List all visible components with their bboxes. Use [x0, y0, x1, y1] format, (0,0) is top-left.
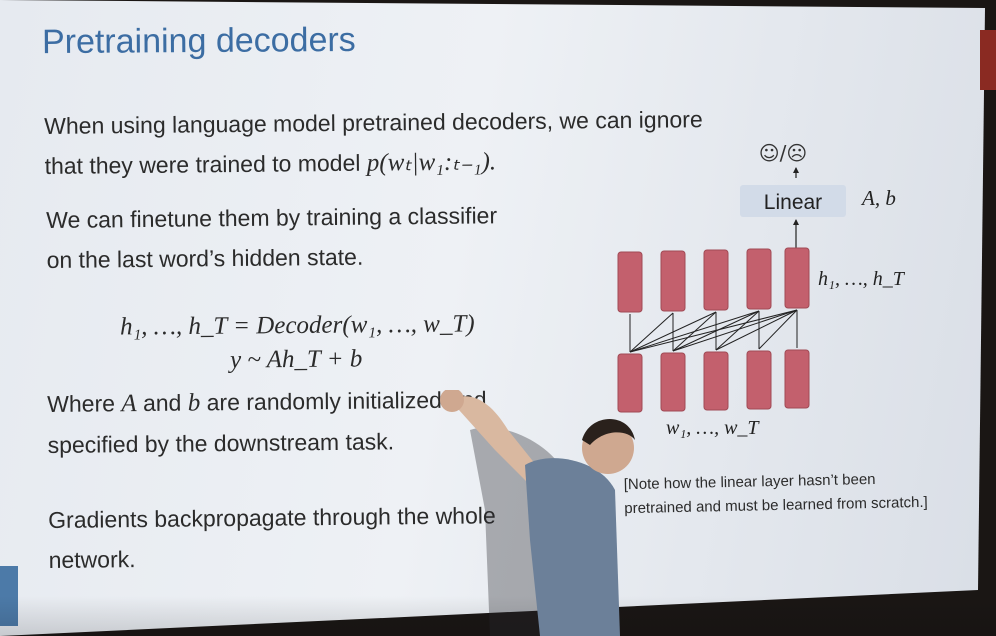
- presenter-figure: [440, 390, 635, 636]
- output-sentiment-label: ☺/☹: [759, 141, 807, 165]
- linear-params-label: A, b: [860, 186, 896, 210]
- paragraph-3-line-2: specified by the downstream task.: [47, 428, 395, 458]
- paragraph-1-line-2-text: that they were trained to model: [44, 149, 367, 179]
- decoder-diagram: ☺/☹ Linear A, b h₁, …, h_T w₁, …, w_T: [617, 141, 906, 439]
- language-model-formula: p(wₜ|w₁:ₜ₋₁).: [366, 148, 497, 177]
- hidden-block-3: [703, 249, 729, 311]
- input-words-label: w₁, …, w_T: [666, 417, 760, 439]
- param-b: b: [187, 389, 201, 417]
- paragraph-2-line-1: We can finetune them by training a class…: [46, 202, 498, 233]
- paragraph-2-line-2: on the last word’s hidden state.: [46, 243, 364, 273]
- attention-connections: [629, 309, 798, 353]
- paragraph-3-text-a: Where: [47, 390, 122, 417]
- footnote-line-2: pretrained and must be learned from scra…: [624, 493, 928, 518]
- hidden-block-1: [617, 251, 643, 313]
- paragraph-2: We can finetune them by training a class…: [46, 195, 498, 280]
- hidden-states-label: h₁, …, h_T: [818, 268, 906, 290]
- slide-accent-bar: [980, 30, 996, 90]
- input-block-4: [746, 350, 772, 410]
- paragraph-3-line-1: Where A and b are randomly initialized a…: [47, 379, 487, 425]
- paragraph-4-line-1: Gradients backpropagate through the whol…: [48, 502, 496, 533]
- hidden-block-2: [660, 250, 686, 312]
- presenter-shirt: [525, 458, 620, 636]
- input-block-5: [784, 349, 810, 409]
- footnote: [Note how the linear layer hasn’t been p…: [624, 467, 928, 521]
- upper-layer-blocks: [617, 247, 810, 313]
- hidden-block-5: [784, 247, 810, 309]
- equation-classifier: y ~ Ah_T + b: [229, 345, 363, 374]
- linear-layer-label: Linear: [764, 191, 822, 214]
- hidden-block-4: [746, 248, 772, 310]
- input-block-3: [703, 351, 729, 411]
- paragraph-3-text-b: and: [136, 389, 188, 417]
- slide-title: Pretraining decoders: [41, 20, 356, 62]
- param-A: A: [121, 390, 137, 418]
- equation-decoder: h₁, …, h_T = Decoder(w₁, …, w_T): [119, 310, 475, 341]
- input-block-2: [660, 352, 686, 412]
- paragraph-3: Where A and b are randomly initialized a…: [47, 379, 487, 465]
